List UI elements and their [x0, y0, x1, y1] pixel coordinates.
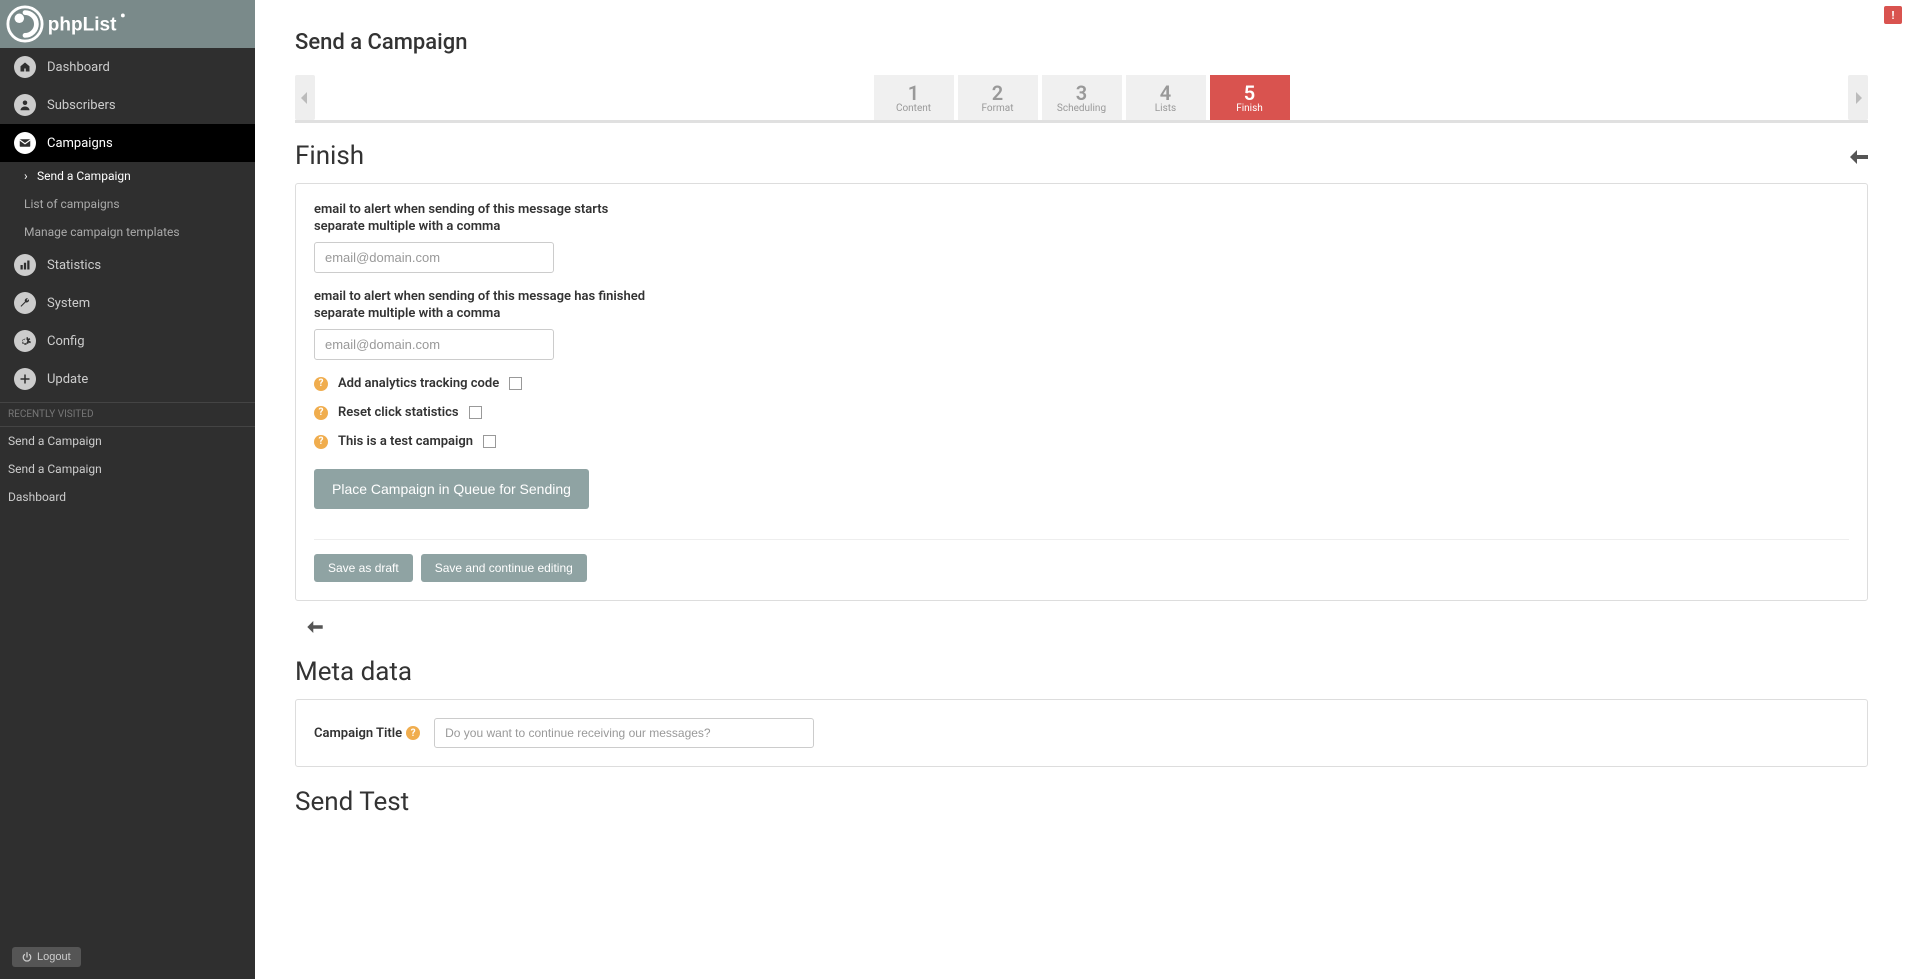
- chevron-left-icon: [301, 92, 309, 104]
- page-title: Send a Campaign: [295, 30, 1868, 55]
- logout-button[interactable]: Logout: [12, 947, 81, 967]
- reset-stats-checkbox[interactable]: [469, 406, 482, 419]
- recent-section-label: RECENTLY VISITED: [0, 402, 255, 427]
- mail-icon: [14, 132, 36, 154]
- sidebar: phpList Dashboard Subscribers Campaigns …: [0, 0, 255, 979]
- start-alert-input[interactable]: [314, 242, 554, 273]
- tab-finish[interactable]: 5 Finish: [1210, 75, 1290, 120]
- finish-panel: email to alert when sending of this mess…: [295, 183, 1868, 601]
- subnav-label: List of campaigns: [24, 197, 120, 211]
- test-campaign-checkbox[interactable]: [483, 435, 496, 448]
- tab-format[interactable]: 2 Format: [958, 75, 1038, 120]
- subnav-label: Manage campaign templates: [24, 225, 180, 239]
- home-icon: [14, 56, 36, 78]
- subnav-send-campaign[interactable]: › Send a Campaign: [0, 162, 255, 190]
- nav-label: Statistics: [47, 258, 101, 273]
- nav-label: System: [47, 296, 90, 311]
- wizard-next-button[interactable]: [1848, 75, 1868, 120]
- nav-label: Update: [47, 372, 88, 387]
- nav-label: Campaigns: [47, 136, 113, 151]
- tab-content[interactable]: 1 Content: [874, 75, 954, 120]
- power-icon: [22, 952, 32, 962]
- chevron-right-icon: ›: [24, 169, 34, 183]
- reset-stats-label: Reset click statistics: [338, 405, 459, 420]
- tab-number: 3: [1042, 83, 1122, 103]
- tab-label: Scheduling: [1042, 103, 1122, 114]
- tab-number: 2: [958, 83, 1038, 103]
- campaign-title-label: Campaign Title: [314, 726, 402, 741]
- save-continue-button[interactable]: Save and continue editing: [421, 554, 587, 582]
- tab-number: 4: [1126, 83, 1206, 103]
- subnav-list-campaigns[interactable]: List of campaigns: [0, 190, 255, 218]
- tab-label: Lists: [1126, 103, 1206, 114]
- wrench-icon: [14, 292, 36, 314]
- logo[interactable]: phpList: [0, 0, 255, 48]
- tab-label: Content: [874, 103, 954, 114]
- recent-item[interactable]: Send a Campaign: [0, 455, 255, 483]
- user-icon: [14, 94, 36, 116]
- wizard-tabs: 1 Content 2 Format 3 Scheduling 4 Lists …: [295, 75, 1868, 123]
- nav-label: Subscribers: [47, 98, 116, 113]
- chevron-right-icon: [1854, 92, 1862, 104]
- save-draft-button[interactable]: Save as draft: [314, 554, 413, 582]
- end-alert-label: email to alert when sending of this mess…: [314, 289, 1849, 304]
- back-arrow-top[interactable]: [1850, 141, 1868, 171]
- subnav-label: Send a Campaign: [37, 169, 131, 183]
- wizard-prev-button[interactable]: [295, 75, 315, 120]
- recent-item[interactable]: Dashboard: [0, 483, 255, 511]
- help-icon[interactable]: ?: [406, 726, 420, 740]
- help-icon[interactable]: ?: [314, 377, 328, 391]
- test-campaign-label: This is a test campaign: [338, 434, 473, 449]
- queue-campaign-button[interactable]: Place Campaign in Queue for Sending: [314, 469, 589, 509]
- campaign-title-input[interactable]: [434, 718, 814, 748]
- logout-label: Logout: [37, 951, 71, 963]
- gear-icon: [14, 330, 36, 352]
- nav-subscribers[interactable]: Subscribers: [0, 86, 255, 124]
- tab-scheduling[interactable]: 3 Scheduling: [1042, 75, 1122, 120]
- start-alert-sublabel: separate multiple with a comma: [314, 219, 1849, 234]
- start-alert-label: email to alert when sending of this mess…: [314, 202, 1849, 217]
- alert-icon: !: [1892, 9, 1895, 22]
- tab-label: Finish: [1210, 103, 1290, 114]
- arrow-left-icon: [307, 621, 323, 633]
- tab-lists[interactable]: 4 Lists: [1126, 75, 1206, 120]
- svg-text:phpList: phpList: [48, 15, 117, 36]
- nav-campaigns[interactable]: Campaigns: [0, 124, 255, 162]
- nav-label: Config: [47, 334, 85, 349]
- nav-config[interactable]: Config: [0, 322, 255, 360]
- nav: Dashboard Subscribers Campaigns › Send a…: [0, 48, 255, 935]
- nav-statistics[interactable]: Statistics: [0, 246, 255, 284]
- metadata-heading: Meta data: [295, 657, 412, 687]
- nav-dashboard[interactable]: Dashboard: [0, 48, 255, 86]
- help-icon[interactable]: ?: [314, 435, 328, 449]
- nav-system[interactable]: System: [0, 284, 255, 322]
- main-content: Send a Campaign 1 Content 2 Format 3 Sch…: [255, 0, 1908, 849]
- end-alert-sublabel: separate multiple with a comma: [314, 306, 1849, 321]
- finish-heading: Finish: [295, 141, 364, 171]
- sendtest-heading: Send Test: [295, 787, 409, 817]
- subnav-manage-templates[interactable]: Manage campaign templates: [0, 218, 255, 246]
- recent-item[interactable]: Send a Campaign: [0, 427, 255, 455]
- tab-number: 1: [874, 83, 954, 103]
- help-icon[interactable]: ?: [314, 406, 328, 420]
- tab-label: Format: [958, 103, 1038, 114]
- back-arrow-bottom[interactable]: [307, 621, 1868, 637]
- tab-number: 5: [1210, 83, 1290, 103]
- plus-icon: [14, 368, 36, 390]
- analytics-checkbox[interactable]: [509, 377, 522, 390]
- nav-label: Dashboard: [47, 60, 110, 75]
- arrow-left-icon: [1850, 150, 1868, 164]
- analytics-label: Add analytics tracking code: [338, 376, 499, 391]
- metadata-panel: Campaign Title ?: [295, 699, 1868, 767]
- phplist-logo-icon: phpList: [6, 5, 139, 43]
- chart-icon: [14, 254, 36, 276]
- nav-update[interactable]: Update: [0, 360, 255, 398]
- alert-badge[interactable]: !: [1884, 6, 1902, 24]
- end-alert-input[interactable]: [314, 329, 554, 360]
